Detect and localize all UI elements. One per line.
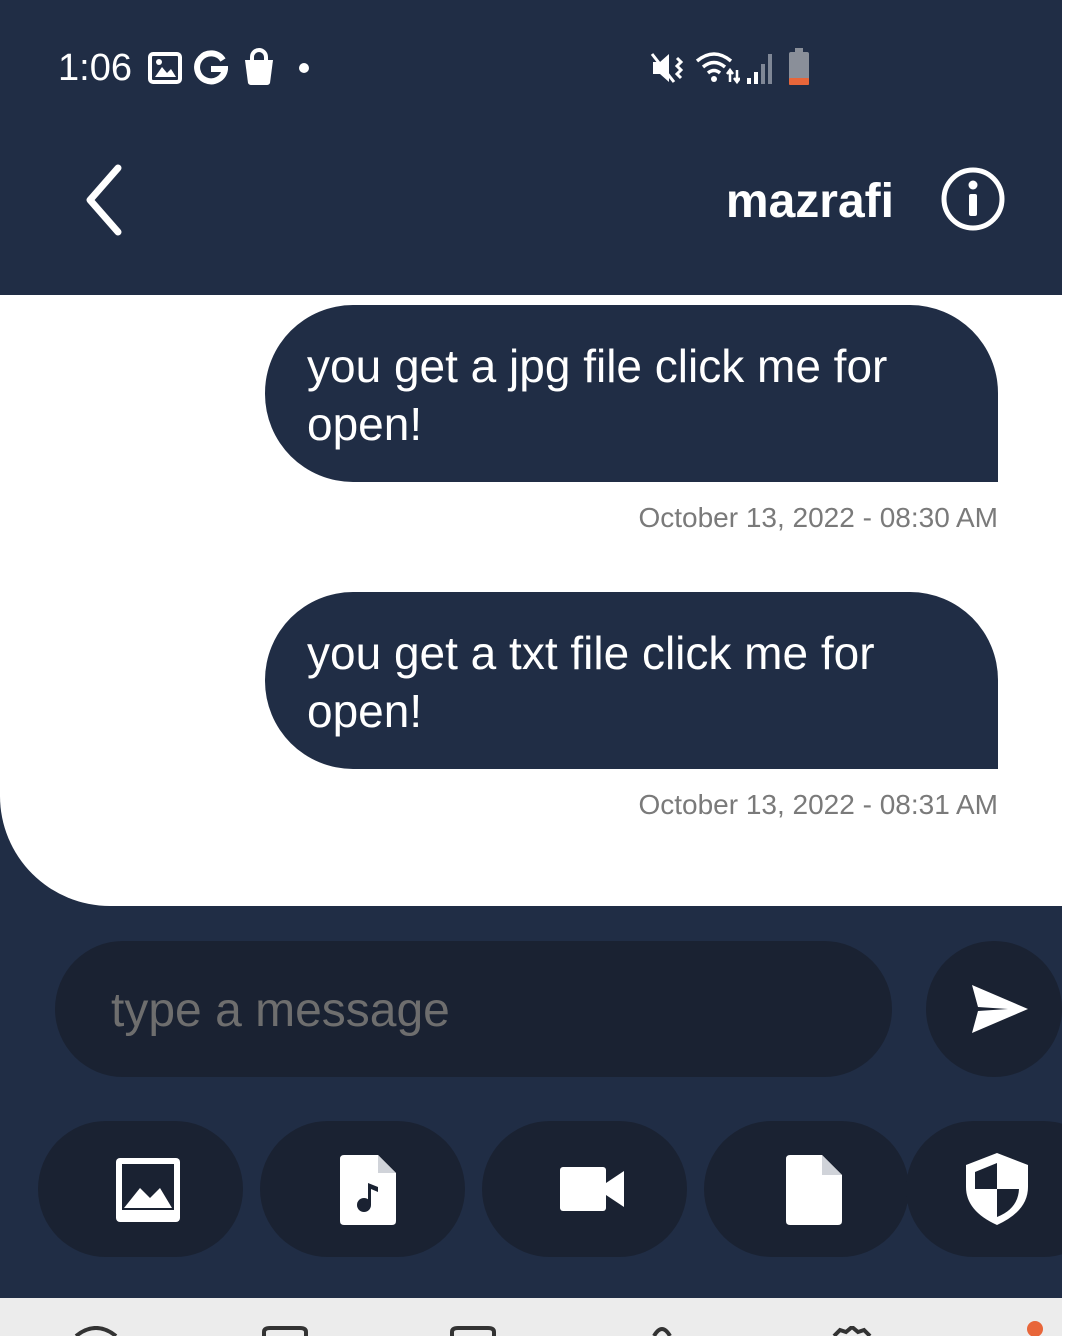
shield-icon <box>966 1153 1028 1225</box>
message-list[interactable]: you get a jpg file click me for open! Oc… <box>0 295 1062 906</box>
bottom-navigation <box>0 1298 1062 1336</box>
shopping-bag-icon <box>245 48 273 85</box>
attach-document-button[interactable] <box>704 1121 909 1257</box>
message-input[interactable]: type a message <box>55 941 892 1077</box>
wifi-icon <box>695 52 740 85</box>
message-timestamp: October 13, 2022 - 08:30 AM <box>638 502 998 533</box>
send-icon <box>972 985 1028 1033</box>
chevron-left-icon[interactable] <box>70 160 140 240</box>
send-button[interactable] <box>926 941 1062 1077</box>
message-bubble[interactable]: you get a jpg file click me for open! <box>265 305 998 482</box>
attach-secure-button[interactable] <box>906 1121 1062 1257</box>
document-icon <box>786 1155 842 1225</box>
chat-header: mazrafi <box>0 140 1062 260</box>
screen-edge <box>1062 0 1080 1336</box>
message-input-placeholder: type a message <box>111 984 450 1037</box>
nav-chat-icon[interactable] <box>262 1326 308 1336</box>
audio-file-icon <box>340 1155 396 1225</box>
nav-home-icon[interactable] <box>72 1326 120 1336</box>
chat-screen: 1:06 mazrafi you get a jpg file click me… <box>0 0 1062 1298</box>
nav-calendar-icon[interactable] <box>450 1326 496 1336</box>
video-camera-icon <box>560 1167 624 1211</box>
attach-video-button[interactable] <box>482 1121 687 1257</box>
dot-icon <box>299 63 309 73</box>
gallery-icon <box>148 52 182 84</box>
google-icon <box>194 50 228 85</box>
message-bubble[interactable]: you get a txt file click me for open! <box>265 592 998 769</box>
status-time: 1:06 <box>58 47 132 89</box>
attach-image-button[interactable] <box>38 1121 243 1257</box>
message-timestamp: October 13, 2022 - 08:31 AM <box>638 789 998 820</box>
contact-name: mazrafi <box>725 175 894 228</box>
signal-icon <box>747 54 772 84</box>
attach-audio-button[interactable] <box>260 1121 465 1257</box>
nav-profile-icon[interactable] <box>650 1326 674 1336</box>
mute-vibrate-icon <box>650 53 684 83</box>
nav-settings-icon[interactable] <box>830 1326 876 1336</box>
battery-low-icon <box>789 48 809 85</box>
status-bar: 1:06 <box>0 30 1062 106</box>
notification-dot-icon <box>1027 1321 1043 1336</box>
info-circle-icon[interactable] <box>940 166 1006 232</box>
image-icon <box>116 1158 180 1222</box>
